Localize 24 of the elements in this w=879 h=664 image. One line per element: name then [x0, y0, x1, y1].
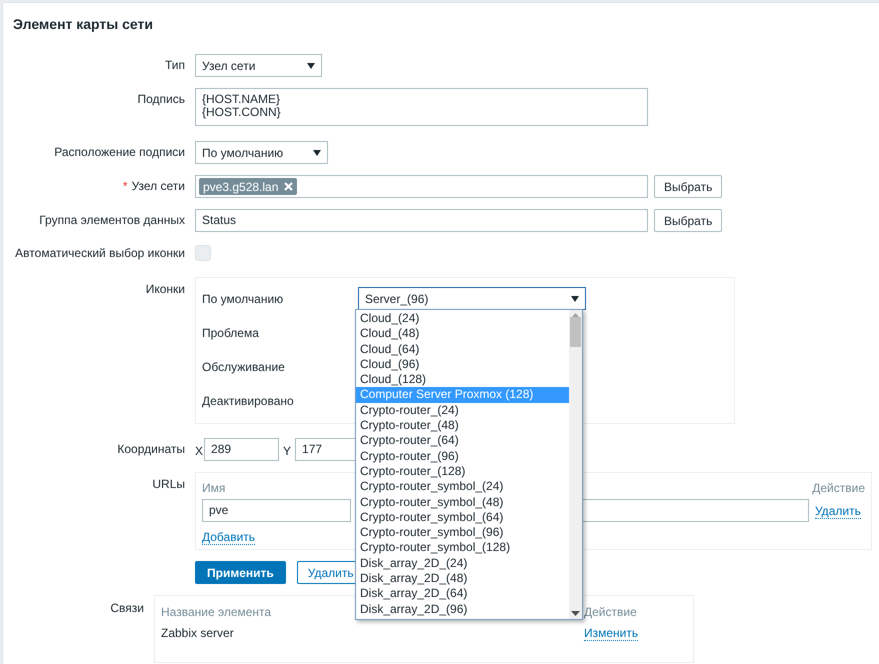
field-label: X [195, 443, 204, 460]
field-label: Y [282, 443, 292, 460]
field-label: Деактивировано [202, 392, 295, 410]
column-header: Имя [202, 480, 226, 493]
field-label: Обслуживание [202, 358, 286, 376]
field-label: Автоматический выбор иконки [15, 245, 185, 260]
field-label: URLы [152, 476, 185, 491]
field-label: По умолчанию [202, 290, 284, 308]
column-header: Название элемента [161, 605, 272, 619]
field-label: Иконки [146, 281, 185, 296]
field-label: Связи [110, 600, 144, 615]
column-header: Действие [584, 604, 637, 617]
page-title: Элемент карты сети [13, 16, 154, 33]
host-tag: pve3.g528.lan [199, 178, 298, 195]
field-label: Координаты [117, 441, 185, 456]
column-header: Действие [812, 480, 865, 493]
field-label: Тип [164, 57, 185, 72]
field-label: Подпись [138, 91, 185, 106]
required-mark: * [122, 178, 129, 193]
field-label: Проблема [202, 324, 260, 342]
field-label: Узел сети [132, 178, 185, 193]
field-label: Расположение подписи [54, 144, 185, 159]
table-cell: Zabbix server [161, 626, 234, 640]
field-label: Группа элементов данных [39, 212, 185, 227]
